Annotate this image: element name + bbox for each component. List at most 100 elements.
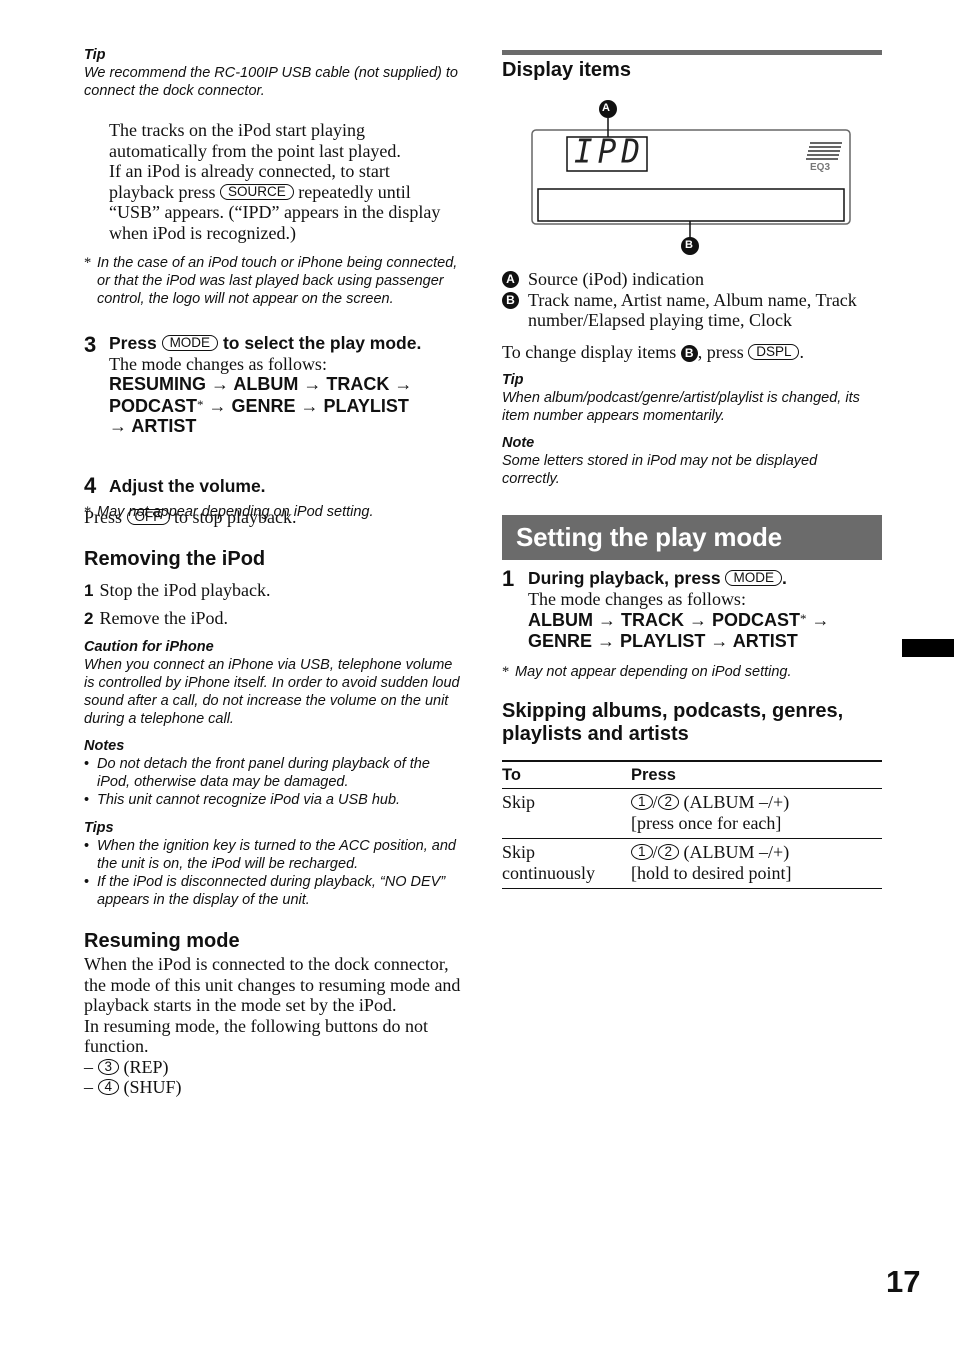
left-column: Tip We recommend the RC-100IP USB cable … [84, 0, 464, 1097]
press-note: [hold to desired point] [631, 863, 792, 883]
tip-label: Tip [84, 47, 106, 63]
column-header-press: Press [631, 760, 882, 789]
right-column: Display items A B IPD EQ3 A Source (iPod… [502, 0, 882, 889]
key-2: 2 [657, 844, 680, 860]
section-thumb-tab [902, 639, 954, 657]
lcd-source-text: IPD [574, 133, 645, 171]
disabled-button-shuf: – 4 (SHUF) [84, 1077, 462, 1098]
callout-b-label: B [685, 239, 693, 251]
note-display: Note Some letters stored in iPod may not… [502, 434, 872, 488]
footnote-logo: * In the case of an iPod touch or iPhone… [84, 254, 465, 308]
resuming-text: When the iPod is connected to the dock c… [84, 954, 462, 1098]
para-line: when iPod is recognized.) [109, 222, 296, 243]
dspl-key: DSPL [748, 343, 800, 360]
step-3: 3 Press MODE to select the play mode. Th… [84, 332, 469, 437]
para-text: repeatedly until [298, 181, 411, 202]
note-label: Note [502, 435, 535, 451]
skipping-table: To Press Skip 1/2 (ALBUM –/+) [press onc… [502, 760, 882, 889]
resuming-heading: Resuming mode [84, 930, 240, 952]
lcd-text-area [537, 188, 845, 222]
step-title: Adjust the volume. [109, 476, 266, 496]
mode-text: → [806, 610, 830, 630]
caution-iphone: Caution for iPhone When you connect an i… [84, 638, 464, 728]
para-text: . [799, 341, 804, 362]
notes-block: Notes Do not detach the front panel duri… [84, 737, 464, 809]
cell-press: 1/2 (ALBUM –/+) [hold to desired point] [631, 838, 882, 889]
removing-heading: Removing the iPod [84, 548, 266, 570]
legend-text: Source (iPod) indication [528, 269, 704, 289]
tip-label: Tip [502, 372, 524, 388]
footnote-text: May not appear depending on iPod setting… [515, 664, 792, 680]
cell-press: 1/2 (ALBUM –/+) [press once for each] [631, 788, 882, 839]
removing-step: 2 Remove the iPod. [84, 608, 464, 630]
para-line: playback press SOURCE repeatedly until [109, 182, 469, 203]
press-label: (ALBUM –/+) [683, 792, 790, 812]
mode-text: ALBUM → TRACK → PODCAST [528, 610, 800, 630]
mode-line: → ARTIST [109, 416, 197, 436]
mode-text: → GENRE → PLAYLIST [203, 395, 409, 416]
caution-label: Caution for iPhone [84, 639, 214, 655]
step-4: 4 Adjust the volume. Press OFF to stop p… [84, 473, 469, 528]
legend-item-b: B Track name, Artist name, Album name, T… [502, 290, 887, 331]
para-text: Press [84, 506, 123, 527]
para-text: playback press [109, 181, 216, 202]
step-number: 4 [84, 473, 97, 498]
mode-key: MODE [725, 570, 782, 586]
play-mode-banner: Setting the play mode [502, 515, 882, 560]
note-item: Do not detach the front panel during pla… [84, 755, 464, 791]
tips-block: Tips When the ignition key is turned to … [84, 819, 464, 909]
button-label: (REP) [123, 1056, 169, 1077]
footnote-podcast: * May not appear depending on iPod setti… [502, 663, 883, 681]
para-text: to stop playback. [174, 506, 297, 527]
tip-item: When the ignition key is turned to the A… [84, 837, 464, 873]
removing-step: 1 Stop the iPod playback. [84, 580, 464, 602]
step-text: . [781, 568, 787, 588]
mode-sequence: RESUMING → ALBUM → TRACK → PODCAST* → GE… [109, 374, 469, 437]
step-number: 1 [502, 566, 515, 591]
removing-steps: 1 Stop the iPod playback. 2 Remove the iPo… [84, 580, 464, 629]
step-desc: The mode changes as follows: [528, 588, 746, 609]
display-items-heading: Display items [502, 59, 631, 81]
press-label: (ALBUM –/+) [683, 842, 790, 862]
notes-label: Notes [84, 738, 125, 754]
step-desc: Press OFF to stop playback. [84, 507, 469, 528]
tip-display: Tip When album/podcast/genre/artist/play… [502, 371, 882, 425]
step-text: Press [109, 333, 157, 353]
callout-a-label: A [602, 102, 610, 114]
step-text: Stop the iPod playback. [99, 580, 271, 600]
para-line: If an iPod is already connected, to star… [109, 161, 390, 181]
caution-text: When you connect an iPhone via USB, tele… [84, 657, 460, 727]
para-text: To change display items [502, 341, 677, 362]
disabled-button-rep: – 3 (REP) [84, 1057, 462, 1078]
mode-sequence: ALBUM → TRACK → PODCAST* → GENRE → PLAYL… [528, 609, 887, 651]
tip-connector: Tip We recommend the RC-100IP USB cable … [84, 46, 464, 100]
tip-text: When album/podcast/genre/artist/playlist… [502, 390, 860, 424]
mode-text: PODCAST [109, 395, 198, 416]
legend-text: Track name, Artist name, Album name, Tra… [528, 289, 857, 331]
para-text: , press [697, 341, 744, 362]
step-number: 1 [84, 581, 94, 600]
display-legend: A Source (iPod) indication B Track name,… [502, 269, 887, 362]
dash: – [84, 1056, 93, 1077]
cell-to: Skip [502, 788, 631, 839]
off-key: OFF [126, 508, 170, 525]
dash: – [84, 1077, 93, 1097]
marker-b: B [502, 291, 519, 309]
eq-label: EQ3 [810, 162, 831, 173]
page-number: 17 [886, 1264, 921, 1299]
asterisk: * [502, 664, 510, 680]
display-diagram: A B IPD EQ3 [530, 98, 854, 260]
step-number: 2 [84, 608, 94, 628]
legend-item-a: A Source (iPod) indication [502, 269, 887, 290]
mode-key: MODE [161, 335, 219, 351]
key-1: 1 [631, 844, 653, 860]
key-3: 3 [97, 1058, 120, 1075]
note-text: Some letters stored in iPod may not be d… [502, 453, 818, 487]
footnote-text: In the case of an iPod touch or iPhone b… [97, 255, 458, 307]
resuming-para: When the iPod is connected to the dock c… [84, 954, 461, 1015]
para-line: The tracks on the iPod start playing [109, 120, 365, 140]
mode-line: RESUMING → ALBUM → TRACK → [109, 374, 413, 394]
column-header-to: To [502, 760, 631, 789]
tip-item: If the iPod is disconnected during playb… [84, 873, 464, 909]
table-header-row: To Press [502, 760, 882, 789]
